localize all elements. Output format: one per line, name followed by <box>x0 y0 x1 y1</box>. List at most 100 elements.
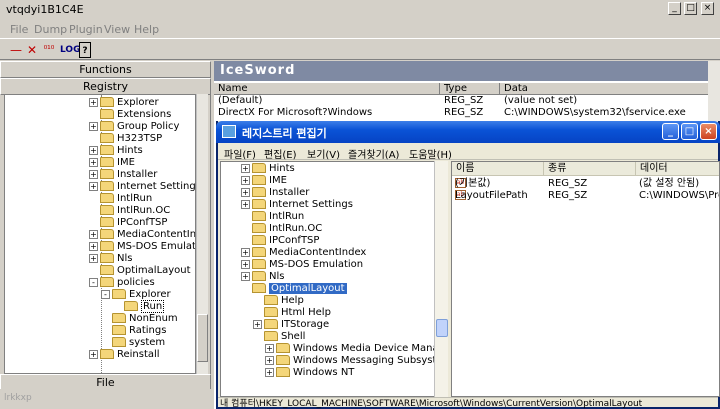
column-name[interactable]: Name <box>214 83 440 95</box>
table-row[interactable]: (Default) REG_SZ (value not set) <box>214 95 720 107</box>
menu-plugin[interactable]: Plugin <box>69 23 103 36</box>
column-type[interactable]: Type <box>440 83 500 95</box>
regedit-tree-item[interactable]: + Installer <box>241 187 309 199</box>
regedit-tree-item[interactable]: + ITStorage <box>253 319 329 331</box>
delete-icon[interactable]: ✕ <box>26 42 38 58</box>
regedit-tree-item[interactable]: Html Help <box>253 307 331 319</box>
regedit-minimize-button[interactable]: _ <box>662 123 679 140</box>
regedit-tree[interactable]: + Hints + IME + Installer + Internet Settings In… <box>220 161 438 397</box>
ice-tree-item[interactable]: system <box>101 337 165 349</box>
ice-tree-item[interactable]: + Group Policy <box>89 121 179 133</box>
menu-view[interactable]: View <box>104 23 130 36</box>
regedit-value-list[interactable]: 이름 종류 데이터 ab (기본값) REG_SZ (값 설정 안됨) ab Lay… <box>451 161 720 397</box>
ice-tree-item[interactable]: + Explorer <box>89 97 159 109</box>
regedit-close-button[interactable]: × <box>700 123 717 140</box>
regedit-tree-item[interactable]: OptimalLayout <box>241 283 347 295</box>
expand-icon[interactable]: + <box>89 121 98 131</box>
expand-icon[interactable]: + <box>241 187 250 197</box>
minimize-button[interactable]: _ <box>668 2 681 15</box>
regedit-tree-item[interactable]: + Nls <box>241 271 284 283</box>
regedit-maximize-button[interactable]: □ <box>681 123 698 140</box>
ice-tree-item[interactable]: IntlRun <box>89 193 152 205</box>
ice-tree-item[interactable]: + Internet Settings <box>89 181 195 193</box>
regedit-tree-item[interactable]: + Windows Media Device Manager <box>265 343 437 355</box>
tree-scrollbar[interactable] <box>196 94 208 374</box>
expand-icon[interactable]: + <box>241 259 250 269</box>
expand-icon[interactable]: + <box>253 319 262 329</box>
column-type[interactable]: 종류 <box>544 162 636 176</box>
regedit-tree-item[interactable]: IntlRun.OC <box>241 223 322 235</box>
ice-tree-item[interactable]: H323TSP <box>89 133 162 145</box>
column-name[interactable]: 이름 <box>452 162 544 176</box>
ice-tree-item[interactable]: Extensions <box>89 109 171 121</box>
registry-header[interactable]: Registry <box>0 78 211 95</box>
column-data[interactable]: Data <box>500 83 708 95</box>
regedit-tree-item[interactable]: + MediaContentIndex <box>241 247 366 259</box>
regedit-tree-item[interactable]: Help <box>253 295 304 307</box>
expand-icon[interactable]: + <box>89 349 98 359</box>
expand-icon[interactable]: + <box>241 271 250 281</box>
scrollbar-thumb[interactable] <box>436 319 448 337</box>
expand-icon[interactable]: + <box>89 97 98 107</box>
expand-icon[interactable]: + <box>89 229 98 239</box>
maximize-button[interactable]: □ <box>684 2 697 15</box>
log-icon[interactable]: LOG <box>60 42 80 58</box>
regedit-tree-scrollbar[interactable] <box>434 161 448 397</box>
expand-icon[interactable]: + <box>265 355 274 365</box>
regedit-menu-view[interactable]: 보기(V) <box>307 146 340 161</box>
ice-tree-item[interactable]: + Reinstall <box>89 349 160 361</box>
ice-tree-item[interactable]: Ratings <box>101 325 166 337</box>
expand-icon[interactable]: + <box>241 247 250 257</box>
expand-icon[interactable]: + <box>241 175 250 185</box>
expand-icon[interactable]: + <box>265 367 274 377</box>
ice-tree-item[interactable]: + Nls <box>89 253 132 265</box>
expand-icon[interactable]: + <box>265 343 274 353</box>
regedit-tree-item[interactable]: + Windows Messaging Subsystem <box>265 355 437 367</box>
help-icon[interactable]: ? <box>79 42 91 58</box>
ice-tree-item[interactable]: - policies <box>89 277 155 289</box>
ice-tree-item[interactable]: + Hints <box>89 145 143 157</box>
ice-tree-item[interactable]: Run <box>113 300 165 313</box>
table-row[interactable]: ab LayoutFilePath REG_SZ C:\WINDOWS\Pre <box>452 190 719 202</box>
regedit-tree-item[interactable]: + IME <box>241 175 287 187</box>
regedit-menu-help[interactable]: 도움말(H) <box>409 146 452 161</box>
expand-icon[interactable]: + <box>89 145 98 155</box>
binary-icon[interactable]: ⁰¹⁰ <box>42 42 56 58</box>
regedit-tree-item[interactable]: IntlRun <box>241 211 304 223</box>
ice-tree-item[interactable]: NonEnum <box>101 313 178 325</box>
ice-tree-item[interactable]: OptimalLayout <box>89 265 191 277</box>
ice-tree-item[interactable]: + IME <box>89 157 135 169</box>
ice-tree-item[interactable]: + Installer <box>89 169 157 181</box>
expand-icon[interactable]: + <box>89 181 98 191</box>
minus-icon[interactable]: — <box>10 42 22 58</box>
expand-icon[interactable]: + <box>89 157 98 167</box>
regedit-tree-item[interactable]: + Windows NT <box>265 367 354 379</box>
collapse-icon[interactable]: - <box>89 277 98 287</box>
expand-icon[interactable]: + <box>89 169 98 179</box>
registry-tree[interactable]: + Explorer Extensions + Group Policy H323TSP +… <box>4 94 196 374</box>
expand-icon[interactable]: + <box>89 253 98 263</box>
menu-dump[interactable]: Dump <box>34 23 67 36</box>
regedit-tree-item[interactable]: + Hints <box>241 163 295 175</box>
collapse-icon[interactable]: - <box>101 289 110 299</box>
expand-icon[interactable]: + <box>241 199 250 209</box>
ice-tree-item[interactable]: IPConfTSP <box>89 217 167 229</box>
regedit-menu-edit[interactable]: 편집(E) <box>264 146 297 161</box>
menu-file[interactable]: File <box>10 23 28 36</box>
close-button[interactable]: × <box>701 2 714 15</box>
functions-header[interactable]: Functions <box>0 61 211 78</box>
regedit-tree-item[interactable]: + Internet Settings <box>241 199 353 211</box>
column-data[interactable]: 데이터 <box>636 162 719 176</box>
table-row[interactable]: ab (기본값) REG_SZ (값 설정 안됨) <box>452 178 719 190</box>
regedit-menu-file[interactable]: 파일(F) <box>224 146 256 161</box>
menu-help[interactable]: Help <box>134 23 159 36</box>
regedit-tree-item[interactable]: IPConfTSP <box>241 235 319 247</box>
ice-tree-item[interactable]: + MS-DOS Emulation <box>89 241 195 253</box>
regedit-tree-item[interactable]: Shell <box>253 331 305 343</box>
table-row[interactable]: DirectX For Microsoft?Windows REG_SZ C:\… <box>214 107 720 119</box>
scrollbar-thumb[interactable] <box>197 314 208 362</box>
ice-tree-item[interactable]: IntlRun.OC <box>89 205 170 217</box>
expand-icon[interactable]: + <box>89 241 98 251</box>
ice-tree-item[interactable]: + MediaContentIndex <box>89 229 195 241</box>
regedit-tree-item[interactable]: + MS-DOS Emulation <box>241 259 363 271</box>
